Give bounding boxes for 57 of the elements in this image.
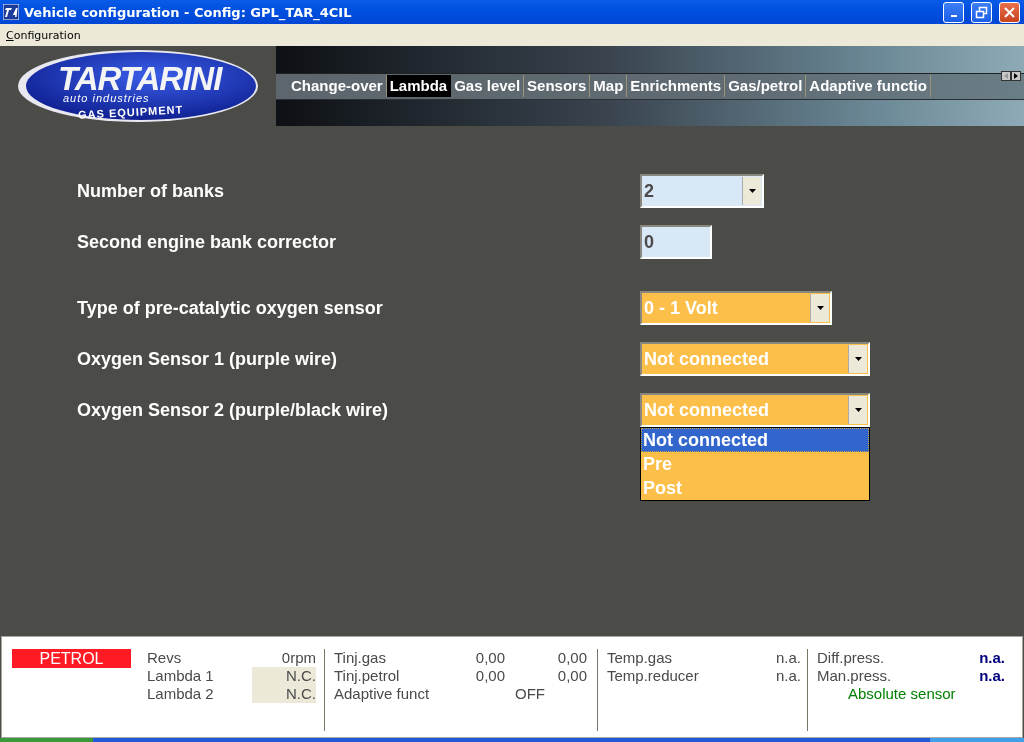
- status-label: Lambda 2: [147, 685, 215, 703]
- close-button[interactable]: [999, 1, 1020, 23]
- status-value: N.C.: [252, 685, 316, 703]
- dropdown[interactable]: 2: [640, 174, 764, 208]
- status-value: n.a.: [978, 667, 1005, 685]
- tab[interactable]: Gas level: [451, 75, 525, 97]
- app-icon: [3, 4, 19, 20]
- logo-subtitle: GAS EQUIPMENT: [77, 103, 184, 121]
- field-label: Second engine bank corrector: [77, 231, 338, 253]
- status-value: 0,00: [474, 649, 505, 667]
- menu-item[interactable]: Configuration: [6, 28, 81, 42]
- tab[interactable]: Enrichments: [627, 75, 726, 97]
- status-value: OFF: [514, 685, 546, 703]
- field-label: Number of banks: [77, 180, 226, 202]
- status-label: Temp.gas: [607, 649, 674, 667]
- status-value: 0,00: [474, 667, 505, 685]
- caret-icon: [748, 189, 756, 193]
- status-value: n.a.: [774, 667, 801, 685]
- input-field[interactable]: 0: [640, 225, 712, 259]
- tab[interactable]: Sensors: [524, 75, 591, 97]
- caret-icon: [854, 408, 862, 412]
- tab-scroll-right-button[interactable]: [1011, 71, 1021, 81]
- caret-icon: [854, 357, 862, 361]
- caret-icon: [816, 306, 824, 310]
- tab[interactable]: Change-over: [288, 75, 387, 97]
- status-label: Man.press.: [817, 667, 893, 685]
- minimize-button[interactable]: [943, 1, 964, 23]
- status-value: N.C.: [252, 667, 316, 685]
- tab[interactable]: Map: [590, 75, 628, 97]
- tab-scroll-left-button[interactable]: [1001, 71, 1011, 81]
- window-title: Vehicle configuration - Config: GPL_TAR_4CIL: [24, 4, 353, 20]
- minimize-icon: [950, 15, 957, 17]
- close-icon: [1003, 5, 1016, 19]
- status-label: Revs: [147, 649, 183, 667]
- restore-button[interactable]: [971, 1, 992, 23]
- status-note: Absolute sensor: [847, 685, 957, 703]
- restore-icon: [975, 5, 988, 19]
- status-label: Lambda 1: [147, 667, 215, 685]
- dropdown-option[interactable]: Not connected: [641, 428, 869, 452]
- status-label: Tinj.gas: [334, 649, 387, 667]
- mode-indicator: PETROL: [12, 649, 131, 668]
- status-value: n.a.: [774, 649, 801, 667]
- status-value: 0,00: [556, 649, 587, 667]
- status-value: n.a.: [978, 649, 1005, 667]
- tab[interactable]: Gas/petrol: [725, 75, 807, 97]
- status-label: Adaptive funct: [334, 685, 431, 703]
- tab[interactable]: Adaptive functio: [806, 75, 931, 97]
- status-value: 0,00: [556, 667, 587, 685]
- status-value: 0rpm: [280, 649, 316, 667]
- status-label: Temp.reducer: [607, 667, 700, 685]
- status-label: Diff.press.: [817, 649, 886, 667]
- tab[interactable]: Lambda: [386, 75, 452, 97]
- field-label: Oxygen Sensor 1 (purple wire): [77, 348, 339, 370]
- status-label: Tinj.petrol: [334, 667, 401, 685]
- field-label: Oxygen Sensor 2 (purple/black wire): [77, 399, 390, 421]
- field-label: Type of pre-catalytic oxygen sensor: [77, 297, 384, 319]
- logo-tagline: auto industries: [63, 92, 150, 104]
